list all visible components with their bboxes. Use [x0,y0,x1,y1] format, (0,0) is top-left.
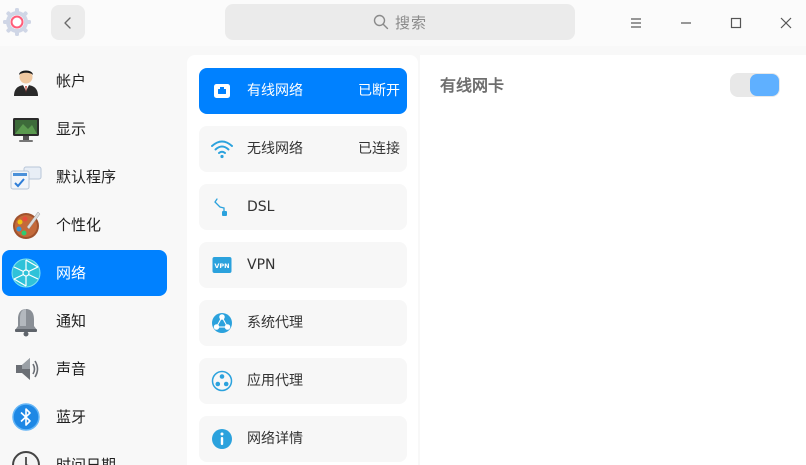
network-item-status: 已连接 [358,141,400,157]
back-button[interactable] [51,5,85,40]
network-item-label: 系统代理 [247,315,303,331]
sidebar-item-label: 帐户 [56,72,87,90]
network-item-wired[interactable]: 有线网络 已断开 [199,68,407,114]
wired-nic-toggle[interactable] [730,73,780,97]
sidebar-item-personalization[interactable]: 个性化 [2,202,167,248]
default-apps-icon [10,166,42,190]
maximize-button[interactable] [721,8,751,38]
sidebar-item-label: 显示 [56,120,87,138]
network-item-vpn[interactable]: VPN VPN [199,242,407,288]
sidebar-item-default-apps[interactable]: 默认程序 [2,154,167,200]
search-input[interactable]: 搜索 [225,4,575,40]
network-item-dsl[interactable]: DSL [199,184,407,230]
back-arrow-icon [64,16,71,29]
bluetooth-icon [12,403,40,431]
sidebar-item-datetime[interactable]: 时间日期 [2,442,167,465]
sidebar-item-account[interactable]: 帐户 [2,58,167,104]
network-item-label: 应用代理 [247,373,303,389]
network-item-label: 网络详情 [247,431,303,447]
network-item-label: 无线网络 [247,141,303,157]
sidebar-item-network[interactable]: 网络 [2,250,167,296]
network-item-wireless[interactable]: 无线网络 已连接 [199,126,407,172]
wired-detail-panel: 有线网卡 [420,55,806,465]
sidebar-item-notification[interactable]: 通知 [2,298,167,344]
speaker-icon [16,358,39,380]
toggle-knob [750,74,779,96]
sidebar-item-display[interactable]: 显示 [2,106,167,152]
sidebar-item-label: 蓝牙 [56,408,87,426]
network-icon [11,258,41,288]
sidebar-item-label: 个性化 [56,216,102,234]
network-item-status: 已断开 [358,83,400,99]
vpn-icon: VPN [212,257,232,273]
network-list-panel: 有线网络 已断开 无线网络 已连接 DSL VPN VPN 系统代理 应用代理 … [187,55,418,465]
network-item-label: 有线网络 [247,83,303,99]
titlebar: 搜索 [0,0,806,46]
close-icon [780,17,792,29]
personalization-icon [13,211,41,239]
dsl-icon [214,198,227,216]
wired-network-icon [214,84,230,98]
sidebar-item-label: 声音 [56,360,87,378]
sidebar-item-label: 时间日期 [56,456,117,465]
sidebar-item-label: 网络 [56,264,87,282]
sidebar-item-label: 默认程序 [56,168,117,186]
network-item-label: DSL [247,199,275,215]
system-proxy-icon [212,313,232,333]
info-icon [212,429,232,449]
network-item-app-proxy[interactable]: 应用代理 [199,358,407,404]
gear-icon [3,8,31,36]
display-icon [13,118,39,142]
sidebar: 帐户 显示 默认程序 个性化 网络 通知 声音 蓝牙 时间日期 [0,46,170,465]
app-proxy-icon [211,370,233,392]
menu-icon [631,18,641,28]
svg-text:VPN: VPN [214,262,229,270]
minimize-button[interactable] [671,8,701,38]
notification-bell-icon [15,309,37,337]
sidebar-item-bluetooth[interactable]: 蓝牙 [2,394,167,440]
sidebar-item-sound[interactable]: 声音 [2,346,167,392]
menu-button[interactable] [621,8,651,38]
maximize-icon [730,17,742,29]
wifi-icon [211,140,233,159]
network-item-system-proxy[interactable]: 系统代理 [199,300,407,346]
account-icon [14,70,38,96]
panel-title: 有线网卡 [440,76,505,95]
clock-icon [12,451,40,465]
sidebar-item-label: 通知 [56,312,87,330]
control-center-window: 搜索 帐户 显示 默认程序 个性化 网络 通知 声音 蓝牙 时间日期 有线网络 … [0,0,806,465]
network-item-label: VPN [247,257,276,273]
search-placeholder: 搜索 [394,13,427,32]
minimize-icon [681,22,691,24]
network-item-details[interactable]: 网络详情 [199,416,407,462]
search-icon [373,14,389,30]
close-button[interactable] [771,8,801,38]
